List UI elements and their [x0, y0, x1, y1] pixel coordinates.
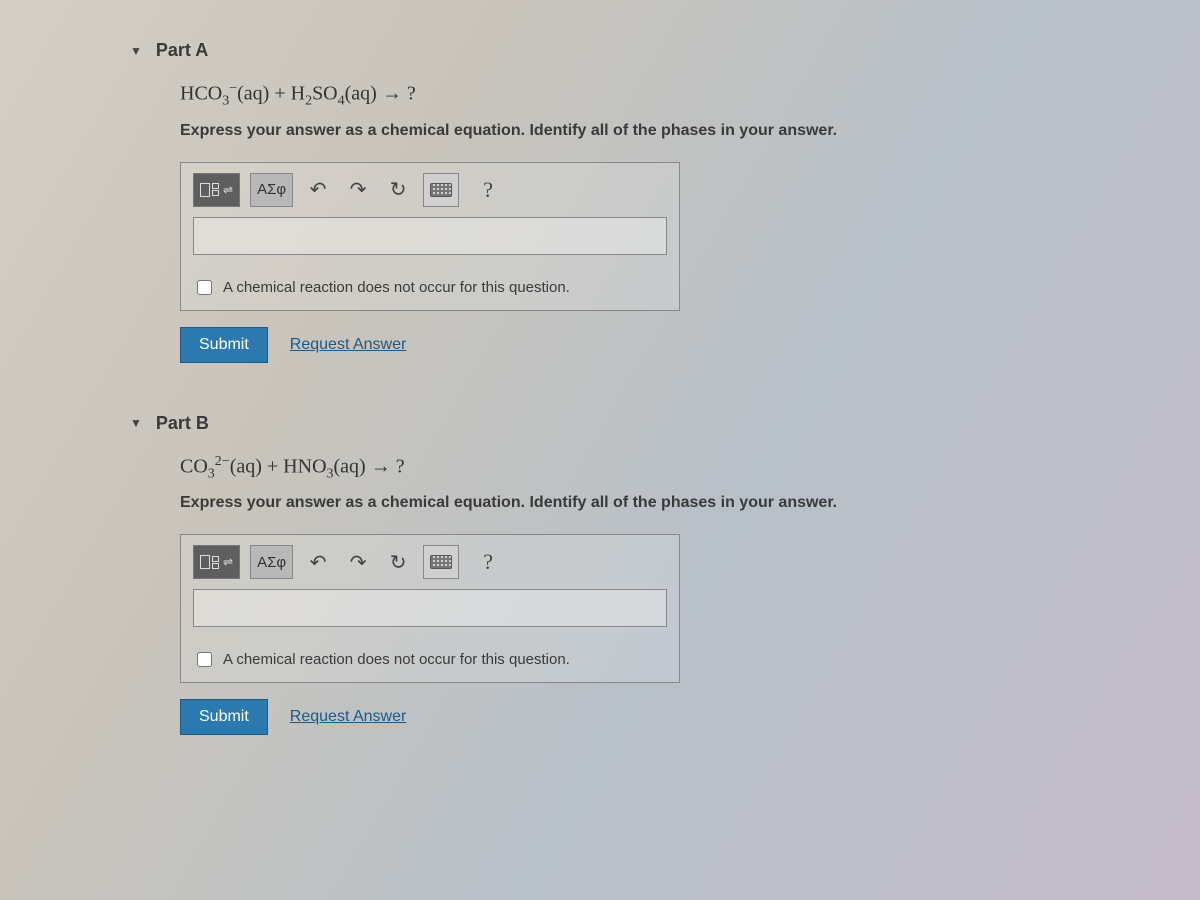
part-a-request-answer-link[interactable]: Request Answer: [290, 336, 407, 354]
part-b-toolbar: ⇌ ΑΣφ ↶ ↷ ↻ ?: [181, 535, 679, 589]
part-a-answer-input[interactable]: [193, 217, 667, 255]
keyboard-icon: [430, 183, 452, 197]
part-b-actions: Submit Request Answer: [180, 699, 1140, 735]
part-a-equation: HCO3−(aq) + H2SO4(aq) → ?: [180, 81, 1140, 110]
part-b-no-reaction-label: A chemical reaction does not occur for t…: [223, 651, 570, 668]
part-b-no-reaction-row[interactable]: A chemical reaction does not occur for t…: [181, 639, 679, 682]
part-a-no-reaction-row[interactable]: A chemical reaction does not occur for t…: [181, 267, 679, 310]
undo-button[interactable]: ↶: [303, 173, 333, 207]
part-a-editor: ⇌ ΑΣφ ↶ ↷ ↻ ?: [180, 162, 680, 311]
reset-button[interactable]: ↻: [383, 545, 413, 579]
undo-button[interactable]: ↶: [303, 545, 333, 579]
part-b-body: CO32−(aq) + HNO3(aq) → ? Express your an…: [150, 454, 1140, 786]
chem-template-icon: ⇌: [200, 555, 233, 569]
part-b-no-reaction-checkbox[interactable]: [197, 652, 212, 667]
part-b-answer-input[interactable]: [193, 589, 667, 627]
collapse-caret-icon[interactable]: ▼: [130, 416, 142, 430]
collapse-caret-icon[interactable]: ▼: [130, 44, 142, 58]
greek-symbols-button[interactable]: ΑΣφ: [250, 173, 293, 207]
undo-icon: ↶: [310, 177, 327, 202]
chem-template-button[interactable]: ⇌: [193, 173, 240, 207]
keyboard-button[interactable]: [423, 173, 459, 207]
help-button[interactable]: ?: [469, 173, 507, 207]
greek-symbols-button[interactable]: ΑΣφ: [250, 545, 293, 579]
keyboard-icon: [430, 555, 452, 569]
keyboard-button[interactable]: [423, 545, 459, 579]
part-b-title: Part B: [156, 413, 209, 434]
part-b-equation: CO32−(aq) + HNO3(aq) → ?: [180, 454, 1140, 483]
part-a-no-reaction-checkbox[interactable]: [197, 280, 212, 295]
part-a-instruction: Express your answer as a chemical equati…: [180, 122, 1140, 140]
reset-icon: ↻: [390, 177, 407, 202]
chem-template-icon: ⇌: [200, 183, 233, 197]
part-a-submit-button[interactable]: Submit: [180, 327, 268, 363]
part-a-body: HCO3−(aq) + H2SO4(aq) → ? Express your a…: [150, 81, 1140, 413]
redo-button[interactable]: ↷: [343, 173, 373, 207]
chem-template-button[interactable]: ⇌: [193, 545, 240, 579]
part-a-no-reaction-label: A chemical reaction does not occur for t…: [223, 279, 570, 296]
part-b-editor: ⇌ ΑΣφ ↶ ↷ ↻ ?: [180, 534, 680, 683]
part-b-request-answer-link[interactable]: Request Answer: [290, 708, 407, 726]
redo-button[interactable]: ↷: [343, 545, 373, 579]
part-a-title: Part A: [156, 40, 208, 61]
part-a-actions: Submit Request Answer: [180, 327, 1140, 363]
part-b-instruction: Express your answer as a chemical equati…: [180, 494, 1140, 512]
redo-icon: ↷: [350, 177, 367, 202]
undo-icon: ↶: [310, 550, 327, 575]
part-b-header[interactable]: ▼ Part B: [130, 413, 1140, 434]
part-a-header[interactable]: ▼ Part A: [130, 40, 1140, 61]
reset-icon: ↻: [390, 550, 407, 575]
part-a-toolbar: ⇌ ΑΣφ ↶ ↷ ↻ ?: [181, 163, 679, 217]
reset-button[interactable]: ↻: [383, 173, 413, 207]
part-b-submit-button[interactable]: Submit: [180, 699, 268, 735]
redo-icon: ↷: [350, 550, 367, 575]
help-button[interactable]: ?: [469, 545, 507, 579]
